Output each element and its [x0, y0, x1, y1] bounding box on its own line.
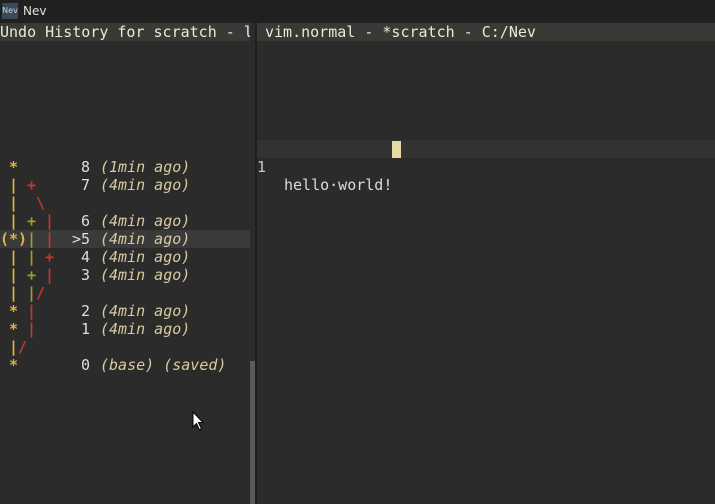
- undo-graph-merge-base: | /: [9, 338, 28, 356]
- undo-row-8[interactable]: * 8 (1min ago): [0, 158, 250, 176]
- line-number: 1: [257, 158, 267, 176]
- editor-line-1[interactable]: 1 hello·world!: [257, 140, 715, 194]
- undo-history-header: Undo History for scratch - lo: [0, 23, 250, 41]
- line-text: hello·world!: [284, 176, 393, 194]
- editor-header: vim.normal - *scratch - C:/Nev: [257, 23, 715, 41]
- editor-pane[interactable]: vim.normal - *scratch - C:/Nev 1 hello·w…: [257, 23, 715, 504]
- undo-row-4[interactable]: | | + 4 (4min ago): [0, 248, 250, 266]
- mouse-pointer-icon: [192, 411, 204, 431]
- window-titlebar: Nev Nev: [0, 0, 715, 23]
- undo-row-6[interactable]: | + | 6 (4min ago): [0, 212, 250, 230]
- undo-history-panel[interactable]: Undo History for scratch - lo * 8 (1min …: [0, 23, 250, 504]
- undo-row-7[interactable]: | + 7 (4min ago): [0, 176, 250, 194]
- undo-row-0-base[interactable]: * 0 (base) (saved): [0, 356, 250, 374]
- undo-row-5-current[interactable]: (*) | | >5 (4min ago): [0, 230, 250, 248]
- undo-row-3[interactable]: | + | 3 (4min ago): [0, 266, 250, 284]
- undo-row-1[interactable]: * | 1 (4min ago): [0, 320, 250, 338]
- text-cursor: [392, 141, 401, 158]
- window-title: Nev: [23, 4, 47, 18]
- undo-graph-merge: | | /: [9, 284, 46, 302]
- app-icon: Nev: [2, 3, 18, 19]
- undo-row-2[interactable]: * | 2 (4min ago): [0, 302, 250, 320]
- undo-graph-branch: | \: [9, 194, 46, 212]
